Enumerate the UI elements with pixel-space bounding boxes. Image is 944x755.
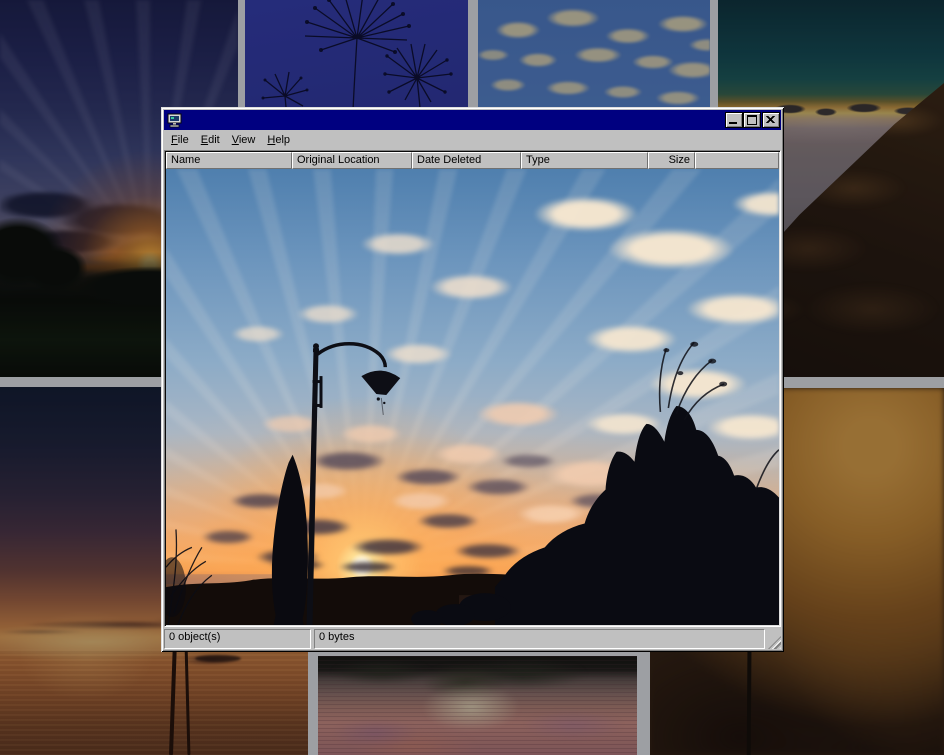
minimize-icon [729,122,737,124]
photo-silhouette-layer [166,169,779,625]
window-titlebar[interactable] [164,110,781,130]
status-bar: 0 object(s) 0 bytes [164,629,781,649]
list-view-client: Name Original Location Date Deleted Type… [164,150,781,627]
column-header-row: Name Original Location Date Deleted Type… [166,152,779,169]
column-header-filler [695,152,779,169]
menu-file[interactable]: File [165,132,195,148]
close-icon [766,116,775,123]
column-header-date-deleted[interactable]: Date Deleted [412,152,521,169]
column-header-size[interactable]: Size [648,152,695,169]
list-view-area[interactable] [166,169,779,625]
my-computer-icon [167,113,182,128]
menu-view[interactable]: View [226,132,262,148]
column-header-original-location[interactable]: Original Location [292,152,412,169]
status-total-size: 0 bytes [314,629,765,649]
resize-grip[interactable] [768,636,781,649]
column-header-name[interactable]: Name [166,152,292,169]
column-header-type[interactable]: Type [521,152,648,169]
menu-bar: File Edit View Help [164,130,781,150]
status-object-count: 0 object(s) [164,629,311,649]
close-button[interactable] [763,113,779,127]
window-controls [724,113,779,127]
maximize-icon [747,115,757,125]
menu-edit[interactable]: Edit [195,132,226,148]
recycle-bin-window: File Edit View Help Name Original Locati… [161,107,784,652]
menu-help[interactable]: Help [261,132,296,148]
minimize-button[interactable] [726,113,742,127]
maximize-button[interactable] [744,113,760,127]
